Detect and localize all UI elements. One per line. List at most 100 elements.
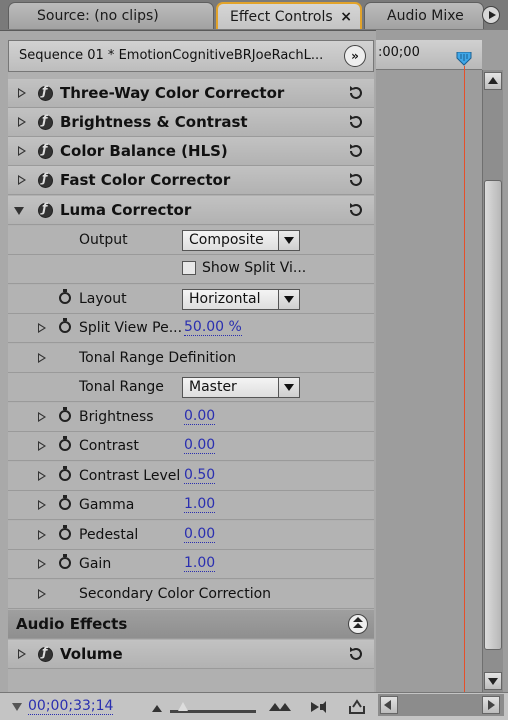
vertical-scrollbar[interactable] xyxy=(482,70,503,692)
layout-select[interactable]: Horizontal xyxy=(182,289,300,310)
scroll-down-button[interactable] xyxy=(484,672,502,690)
stopwatch-icon[interactable] xyxy=(59,525,71,540)
effect-row-fast-color-corrector[interactable]: Fast Color Corrector xyxy=(8,166,374,195)
panel-menu-icon[interactable] xyxy=(482,6,500,24)
expand-triangle-icon[interactable] xyxy=(38,500,46,510)
tab-audio-mixer[interactable]: Audio Mixe xyxy=(364,2,484,29)
reset-icon[interactable] xyxy=(346,142,364,160)
fx-toggle-icon[interactable] xyxy=(38,645,53,662)
effect-label: Brightness & Contrast xyxy=(60,113,248,131)
effect-label: Fast Color Corrector xyxy=(60,171,231,189)
param-label: Brightness xyxy=(79,409,154,425)
show-split-view-checkbox[interactable] xyxy=(182,261,196,275)
collapse-triangle-icon[interactable] xyxy=(14,207,24,215)
play-audio-icon[interactable] xyxy=(310,699,328,715)
fx-toggle-icon[interactable] xyxy=(38,201,53,218)
effect-row-brightness-contrast[interactable]: Brightness & Contrast xyxy=(8,108,374,137)
expand-triangle-icon[interactable] xyxy=(18,117,26,127)
stopwatch-icon[interactable] xyxy=(59,554,71,569)
reset-icon[interactable] xyxy=(346,645,364,663)
audio-effects-header: Audio Effects xyxy=(8,610,374,639)
effect-row-volume[interactable]: Volume xyxy=(8,640,374,669)
expand-triangle-icon[interactable] xyxy=(38,530,46,540)
tonal-range-select[interactable]: Master xyxy=(182,377,300,398)
fx-toggle-icon[interactable] xyxy=(38,171,53,188)
param-split-view-percent: Split View Pe... 50.00 % xyxy=(8,314,374,343)
param-tonal-range-definition: Tonal Range Definition xyxy=(8,344,374,373)
tab-source[interactable]: Source: (no clips) xyxy=(8,2,214,29)
pedestal-value[interactable]: 0.00 xyxy=(184,527,216,543)
effect-row-color-balance-hls[interactable]: Color Balance (HLS) xyxy=(8,137,374,166)
zoom-in-icon[interactable] xyxy=(268,702,292,712)
expand-triangle-icon[interactable] xyxy=(38,353,46,363)
split-view-value[interactable]: 50.00 % xyxy=(184,320,242,336)
stopwatch-icon[interactable] xyxy=(59,495,71,510)
scroll-up-button[interactable] xyxy=(484,72,502,90)
dropdown-arrow-icon xyxy=(278,378,299,397)
close-tab-icon[interactable]: × xyxy=(340,4,352,29)
gamma-value[interactable]: 1.00 xyxy=(184,497,216,513)
expand-triangle-icon[interactable] xyxy=(18,175,26,185)
scroll-thumb[interactable] xyxy=(484,180,502,650)
current-timecode[interactable]: 00;00;33;14 xyxy=(28,699,114,715)
show-hide-timeline-button[interactable]: » xyxy=(344,45,366,67)
export-icon[interactable] xyxy=(348,698,366,715)
effect-controls-panel: Source: (no clips) Effect Controls × Audi… xyxy=(0,0,508,720)
fx-toggle-icon[interactable] xyxy=(38,113,53,130)
expand-triangle-icon[interactable] xyxy=(18,88,26,98)
tab-effect-controls-label: Effect Controls xyxy=(230,9,333,25)
zoom-out-icon[interactable] xyxy=(152,705,162,712)
param-output: Output Composite xyxy=(8,226,374,255)
expand-triangle-icon[interactable] xyxy=(38,412,46,422)
output-select[interactable]: Composite xyxy=(182,230,300,251)
fx-toggle-icon[interactable] xyxy=(38,84,53,101)
collapse-section-icon[interactable] xyxy=(348,614,368,634)
reset-icon[interactable] xyxy=(346,113,364,131)
select-value: Composite xyxy=(189,232,264,248)
select-value: Horizontal xyxy=(189,291,261,307)
expand-triangle-icon[interactable] xyxy=(38,323,46,333)
effect-row-luma-corrector[interactable]: Luma Corrector xyxy=(8,196,374,225)
tab-source-label: Source: (no clips) xyxy=(37,8,159,24)
stopwatch-icon[interactable] xyxy=(59,436,71,451)
param-label: Split View Pe... xyxy=(79,320,183,336)
contrast-value[interactable]: 0.00 xyxy=(184,438,216,454)
effect-row-three-way-color-corrector[interactable]: Three-Way Color Corrector xyxy=(8,79,374,108)
zoom-slider-thumb[interactable] xyxy=(178,702,188,711)
param-gain: Gain 1.00 xyxy=(8,550,374,579)
expand-triangle-icon[interactable] xyxy=(18,146,26,156)
reset-icon[interactable] xyxy=(346,201,364,219)
brightness-value[interactable]: 0.00 xyxy=(184,409,216,425)
playhead-icon[interactable] xyxy=(456,52,472,66)
gain-value[interactable]: 1.00 xyxy=(184,556,216,572)
stopwatch-icon[interactable] xyxy=(59,407,71,422)
tab-effect-controls[interactable]: Effect Controls × xyxy=(216,2,362,29)
scroll-right-button[interactable] xyxy=(482,696,500,714)
expand-triangle-icon[interactable] xyxy=(38,559,46,569)
param-label: Output xyxy=(79,232,128,248)
expand-triangle-icon[interactable] xyxy=(18,649,26,659)
horizontal-scrollbar[interactable] xyxy=(378,694,504,716)
fx-toggle-icon[interactable] xyxy=(38,142,53,159)
stopwatch-icon[interactable] xyxy=(59,289,71,304)
reset-icon[interactable] xyxy=(346,171,364,189)
expand-triangle-icon[interactable] xyxy=(38,441,46,451)
param-gamma: Gamma 1.00 xyxy=(8,491,374,520)
param-label: Tonal Range xyxy=(79,379,164,395)
param-secondary-color-correction: Secondary Color Correction xyxy=(8,580,374,609)
contrast-level-value[interactable]: 0.50 xyxy=(184,468,216,484)
expand-triangle-icon[interactable] xyxy=(38,589,46,599)
sequence-name: Sequence 01 * EmotionCognitiveBRJoeRachL… xyxy=(19,48,324,63)
stopwatch-icon[interactable] xyxy=(59,466,71,481)
param-label: Pedestal xyxy=(79,527,139,543)
timecode-menu-icon[interactable] xyxy=(12,703,22,711)
stopwatch-icon[interactable] xyxy=(59,318,71,333)
scroll-left-button[interactable] xyxy=(380,696,398,714)
param-label: Gain xyxy=(79,556,112,572)
effect-label: Volume xyxy=(60,645,123,663)
reset-icon[interactable] xyxy=(346,84,364,102)
dropdown-arrow-icon xyxy=(278,290,299,309)
select-value: Master xyxy=(189,379,237,395)
expand-triangle-icon[interactable] xyxy=(38,471,46,481)
param-label: Tonal Range Definition xyxy=(79,350,237,366)
